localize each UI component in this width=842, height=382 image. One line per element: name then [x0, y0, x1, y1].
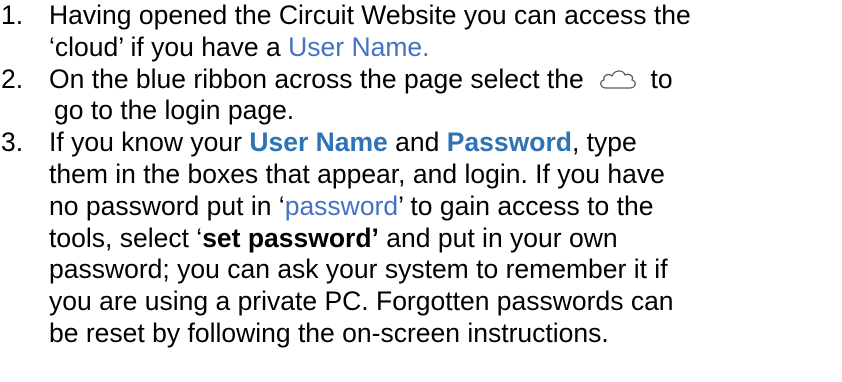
step-text-line: them in the boxes that appear, and login… — [49, 159, 842, 191]
step-number: 3. — [1, 127, 24, 158]
step-text: Having opened the Circuit Website you ca… — [49, 0, 691, 30]
step-text: ’ to gain access to the — [398, 190, 654, 221]
step-text: and put in your own — [378, 222, 618, 253]
highlighted-text: password — [284, 190, 399, 221]
step-text: password; you can ask your system to rem… — [49, 254, 668, 285]
bold-text: set password’ — [202, 222, 379, 253]
step-text-line: On the blue ribbon across the page selec… — [49, 64, 842, 96]
step-number: 1. — [1, 0, 24, 30]
step-text: On the blue ribbon across the page selec… — [49, 63, 592, 94]
step-text: be reset by following the on-screen inst… — [49, 317, 609, 348]
step-text-line: ‘cloud’ if you have a User Name. — [49, 32, 842, 64]
step-text: tools, select ‘ — [49, 222, 203, 253]
step-text: ‘cloud’ if you have a — [49, 31, 289, 62]
step-text-line: If you know your User Name and Password,… — [49, 127, 842, 159]
step-text-line: go to the login page. — [49, 95, 842, 127]
step-text: and — [387, 127, 447, 158]
step-text: go to the login page. — [54, 95, 295, 126]
step-number: 2. — [1, 63, 24, 94]
highlighted-text: User Name — [249, 127, 388, 158]
step-text: , type — [571, 127, 637, 158]
step-text: to — [643, 63, 673, 94]
step-item: 2. On the blue ribbon across the page sel… — [0, 64, 842, 128]
step-text: you are using a private PC. Forgotten pa… — [49, 286, 674, 317]
step-text: no password put in ‘ — [49, 190, 285, 221]
instructions-document: 1. Having opened the Circuit Website you … — [0, 0, 842, 350]
step-text-line: no password put in ‘password’ to gain ac… — [49, 191, 842, 223]
step-text-line: Having opened the Circuit Website you ca… — [49, 0, 842, 32]
highlighted-text: User Name. — [288, 31, 430, 62]
cloud-icon — [600, 69, 636, 89]
step-item: 3. If you know your User Name and Passwor… — [0, 127, 842, 350]
step-text-line: password; you can ask your system to rem… — [49, 254, 842, 286]
step-item: 1. Having opened the Circuit Website you … — [0, 0, 842, 64]
step-text-line: be reset by following the on-screen inst… — [49, 318, 842, 350]
step-text: If you know your — [49, 127, 250, 158]
highlighted-text: Password — [446, 127, 572, 158]
step-text: them in the boxes that appear, and login… — [49, 158, 665, 189]
step-text-line: you are using a private PC. Forgotten pa… — [49, 286, 842, 318]
login-steps-list: 1. Having opened the Circuit Website you … — [0, 0, 842, 350]
step-text-line: tools, select ‘set password’ and put in … — [49, 223, 842, 255]
